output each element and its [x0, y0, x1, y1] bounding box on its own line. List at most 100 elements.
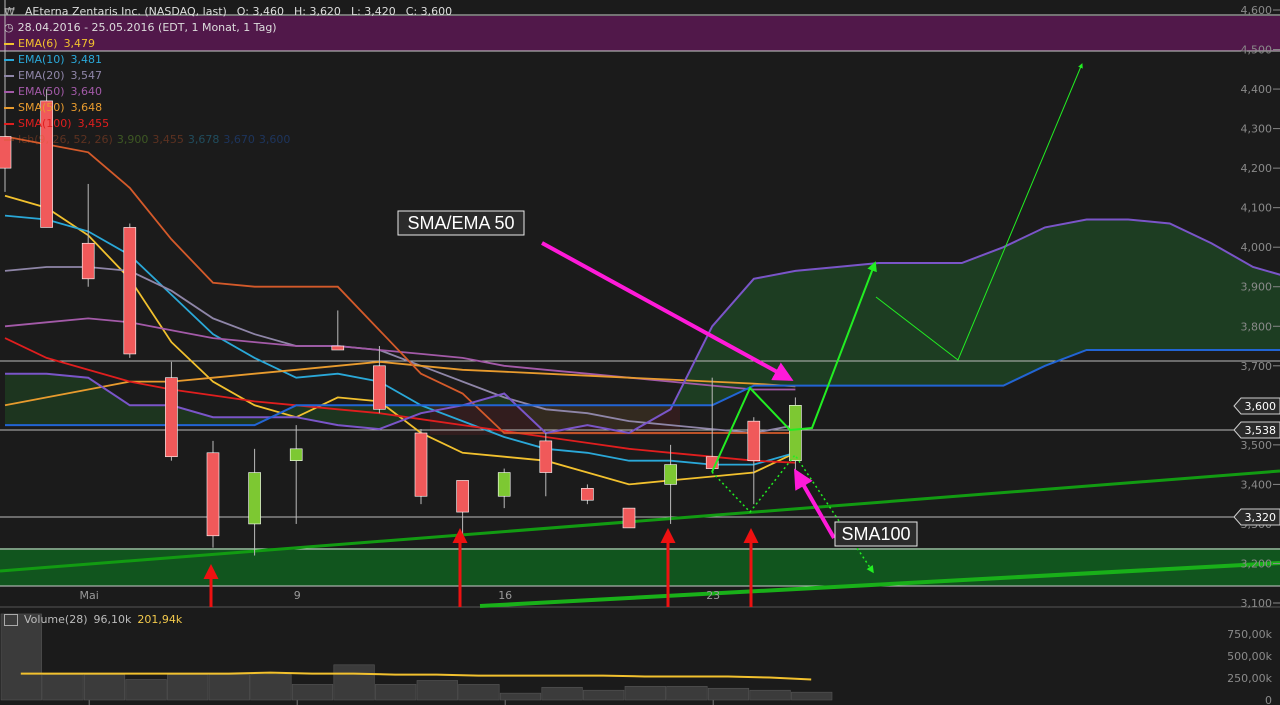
- annotation-sma100: SMA100: [841, 524, 910, 544]
- y-tick-label: 4,000: [1241, 241, 1273, 254]
- volume-bar: [208, 674, 250, 701]
- volume-bar: [250, 674, 292, 701]
- indicator-value: 3,648: [70, 101, 103, 114]
- y-tick-label: 3,400: [1241, 478, 1273, 491]
- y-tick-label: 4,600: [1241, 4, 1273, 17]
- candle-body: [414, 432, 428, 497]
- period-row: ◷ 28.04.2016 - 25.05.2016 (EDT, 1 Monat,…: [4, 20, 458, 36]
- volume-bar: [583, 689, 625, 701]
- indicator-sma50[interactable]: SMA(50) 3,648: [4, 100, 458, 116]
- y-tick-label: 4,300: [1241, 123, 1273, 136]
- y-tick-label: 4,500: [1241, 44, 1273, 57]
- indicator-label: SMA(100): [18, 117, 72, 130]
- volume-icon: [4, 613, 18, 626]
- y-tick-label: 3,200: [1241, 557, 1273, 570]
- y-tick-label: 3,700: [1241, 360, 1273, 373]
- ichimoku-value: 3,600: [258, 133, 291, 146]
- y-tick-label: 3,800: [1241, 320, 1273, 333]
- volume-bar: [125, 679, 167, 701]
- indicator-value: 3,640: [70, 85, 103, 98]
- volume-avg-value: 201,94k: [137, 613, 183, 626]
- candle-body: [664, 464, 677, 485]
- volume-bar: [333, 664, 375, 701]
- x-tick-label: Mai: [80, 589, 99, 602]
- indicator-label: EMA(6): [18, 37, 58, 50]
- indicator-label: EMA(10): [18, 53, 65, 66]
- indicator-value: 3,479: [63, 37, 96, 50]
- volume-bar: [375, 684, 417, 701]
- indicator-label: Ich(9, 26, 52, 26): [18, 133, 113, 146]
- candle-body: [622, 507, 636, 529]
- volume-tick-label: 0: [1265, 694, 1272, 705]
- candle-body: [165, 377, 178, 458]
- ichimoku-value: 3,900: [116, 133, 149, 146]
- high-value: H: 3,620: [293, 5, 341, 18]
- volume-bar: [666, 686, 708, 701]
- candle-body: [123, 227, 137, 355]
- candle-body: [539, 440, 553, 473]
- price-tag-label: 3,538: [1245, 424, 1277, 437]
- y-tick-label: 4,200: [1241, 162, 1273, 175]
- chart-legend: ₩ AEterna Zentaris Inc. (NASDAQ, last) O…: [4, 4, 458, 148]
- candle-body: [456, 480, 469, 513]
- volume-bar: [167, 674, 209, 701]
- indicator-ema50[interactable]: EMA(50) 3,640: [4, 84, 458, 100]
- candle-body: [81, 242, 95, 280]
- x-tick-label: 16: [498, 589, 512, 602]
- chart-type-icon: ₩: [4, 5, 15, 18]
- indicator-value: 3,481: [70, 53, 103, 66]
- price-tag-label: 3,600: [1245, 400, 1277, 413]
- support-zone: [0, 548, 1280, 586]
- candle-body: [581, 488, 594, 501]
- volume-bar: [499, 692, 542, 701]
- volume-bar: [791, 691, 833, 701]
- candle-body: [497, 472, 511, 497]
- volume-label: Volume(28): [24, 613, 88, 626]
- volume-bar: [83, 674, 126, 701]
- indicator-label: EMA(50): [18, 85, 65, 98]
- close-value: C: 3,600: [405, 5, 453, 18]
- indicator-ema6[interactable]: EMA(6) 3,479: [4, 36, 458, 52]
- indicator-sma100[interactable]: SMA(100) 3,455: [4, 116, 458, 132]
- period-text: 28.04.2016 - 25.05.2016 (EDT, 1 Monat, 1…: [17, 21, 277, 34]
- instrument-name: AEterna Zentaris Inc. (NASDAQ, last): [24, 5, 227, 18]
- y-tick-label: 3,500: [1241, 439, 1273, 452]
- volume-bar: [0, 613, 42, 701]
- volume-legend: Volume(28) 96,10k 201,94k: [4, 613, 182, 626]
- indicator-ema20[interactable]: EMA(20) 3,547: [4, 68, 458, 84]
- y-tick-label: 3,900: [1241, 281, 1273, 294]
- candle-body: [331, 345, 345, 351]
- candle-body: [789, 405, 802, 461]
- volume-bar: [42, 674, 84, 701]
- annotation-sma-ema-50: SMA/EMA 50: [407, 213, 514, 233]
- ichimoku-value: 3,678: [187, 133, 220, 146]
- x-tick-label: 9: [294, 589, 301, 602]
- indicator-label: SMA(50): [18, 101, 65, 114]
- volume-bar: [624, 686, 666, 701]
- indicator-value: 3,547: [70, 69, 103, 82]
- candle-body: [289, 448, 303, 461]
- indicator-ichimoku[interactable]: Ich(9, 26, 52, 26) 3,900 3,455 3,678 3,6…: [4, 132, 458, 148]
- y-tick-label: 4,400: [1241, 83, 1273, 96]
- volume-bar: [291, 684, 334, 701]
- price-tag-label: 3,320: [1245, 511, 1277, 524]
- indicator-ema10[interactable]: EMA(10) 3,481: [4, 52, 458, 68]
- clock-icon: ◷: [4, 21, 14, 34]
- ichimoku-value: 3,670: [223, 133, 255, 146]
- y-tick-label: 4,100: [1241, 202, 1273, 215]
- volume-bar: [416, 680, 458, 701]
- x-tick-label: 23: [706, 589, 720, 602]
- candle-body: [248, 472, 261, 525]
- ichimoku-value: 3,455: [152, 133, 184, 146]
- candle-body: [206, 452, 220, 537]
- volume-bar: [541, 686, 583, 701]
- volume-bar: [707, 687, 750, 701]
- volume-tick-label: 500,00k: [1227, 650, 1272, 663]
- ohlc-header: ₩ AEterna Zentaris Inc. (NASDAQ, last) O…: [4, 4, 458, 20]
- y-tick-label: 3,100: [1241, 597, 1273, 610]
- volume-bar: [749, 689, 791, 701]
- candle-body: [373, 365, 386, 410]
- volume-tick-label: 750,00k: [1227, 628, 1272, 641]
- indicator-value: 3,455: [77, 117, 110, 130]
- low-value: L: 3,420: [350, 5, 396, 18]
